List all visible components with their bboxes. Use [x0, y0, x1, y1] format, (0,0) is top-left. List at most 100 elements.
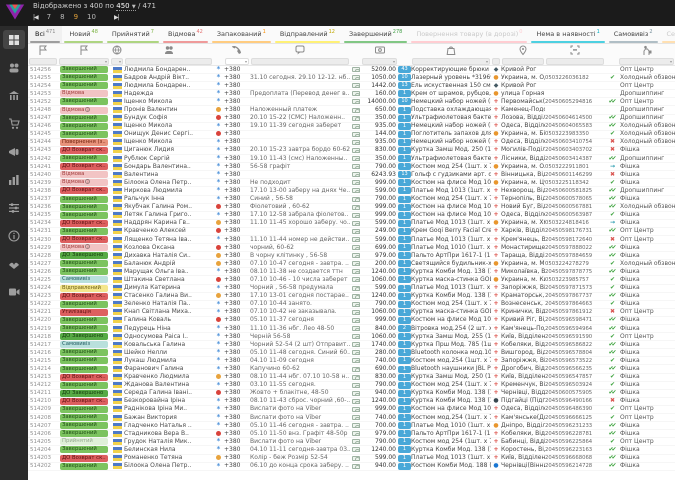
ttn-number[interactable]: 0503224818416 — [545, 219, 605, 227]
ttn-number[interactable]: 0503225118342 — [545, 179, 605, 187]
tab-2[interactable]: Прийнятий7 — [105, 26, 161, 43]
sidebar-item-finance[interactable] — [3, 86, 25, 105]
client-phone[interactable]: +380 — [224, 252, 250, 260]
page-number-10[interactable]: 10 — [87, 13, 96, 21]
tab-6[interactable]: Завершений278 — [342, 26, 409, 43]
sidebar-item-partners[interactable] — [3, 254, 25, 273]
column-header-scan[interactable] — [545, 45, 605, 56]
column-filter-input[interactable]: ▾ — [111, 58, 123, 65]
ttn-number[interactable]: 20450596594964 — [545, 325, 605, 333]
client-phone[interactable]: +380 — [224, 138, 250, 146]
column-filter-input[interactable]: ▾ — [362, 58, 397, 65]
column-filter-input[interactable]: ▾ — [59, 58, 109, 65]
client-phone[interactable]: +380 — [224, 187, 250, 195]
client-phone[interactable]: +380 — [224, 325, 250, 333]
client-phone[interactable]: +380 — [224, 333, 250, 341]
sidebar-item-marketing[interactable] — [3, 142, 25, 161]
page-number-8[interactable]: 8 — [60, 13, 64, 21]
status-cell[interactable]: Завершений — [58, 366, 110, 373]
client-phone[interactable]: +380 — [224, 82, 250, 90]
ttn-number[interactable]: 0503223985757 — [545, 276, 605, 284]
status-cell[interactable]: Відмоваi — [58, 179, 110, 186]
status-cell[interactable]: ДО Возврат ск.. — [58, 147, 110, 154]
ttn-number[interactable]: 20450603410754 — [545, 138, 605, 146]
column-header-flag[interactable] — [28, 45, 58, 56]
client-phone[interactable]: +380 — [224, 365, 250, 373]
client-phone[interactable]: +380 — [224, 349, 250, 357]
tab-10[interactable]: Сервіси0 — [660, 26, 675, 43]
ttn-number[interactable]: 20450596503924 — [545, 381, 605, 389]
ttn-number[interactable]: 20450598172640 — [545, 236, 605, 244]
client-phone[interactable]: +380 — [224, 268, 250, 276]
ttn-number[interactable]: 20450596573522 — [545, 357, 605, 365]
ttn-number[interactable]: 20450597867737 — [545, 292, 605, 300]
table-row[interactable]: 514202ЗавершенийБілоока Олена Петр..*+38… — [28, 463, 675, 471]
status-cell[interactable]: Завершений — [58, 98, 110, 105]
ttn-number[interactable]: 20450597888022 — [545, 244, 605, 252]
column-filter-input[interactable] — [502, 58, 544, 65]
status-cell[interactable]: Самовивіз — [58, 276, 110, 283]
status-cell[interactable]: ДО Возврат ск.. — [58, 293, 110, 300]
column-filter-input[interactable]: ▾ — [619, 58, 674, 65]
status-cell[interactable]: Відмова — [58, 90, 110, 97]
client-phone[interactable]: +380 — [224, 397, 250, 405]
client-phone[interactable]: +380 — [224, 308, 250, 316]
client-phone[interactable]: +380 — [224, 179, 250, 187]
sidebar-item-clients[interactable] — [3, 58, 25, 77]
status-cell[interactable]: Завершений — [58, 406, 110, 413]
client-phone[interactable]: +380 — [224, 454, 250, 462]
status-cell[interactable]: Завершений — [58, 228, 110, 235]
client-phone[interactable]: +380 — [224, 74, 250, 82]
status-cell[interactable]: Завершений — [58, 301, 110, 308]
status-cell[interactable]: Завершений — [58, 131, 110, 138]
status-cell[interactable]: ДО Завершено — [58, 390, 110, 397]
status-cell[interactable]: ДО Возврат ск.. — [58, 236, 110, 243]
status-cell[interactable]: Завершений — [58, 82, 110, 89]
ttn-number[interactable]: 20450603414387 — [545, 155, 605, 163]
sidebar-item-orders-grid[interactable] — [3, 30, 25, 49]
ttn-number[interactable]: 20450596228781 — [545, 430, 605, 438]
page-number-7[interactable]: 7 — [47, 13, 51, 21]
ttn-number[interactable]: 20450604614500 — [545, 114, 605, 122]
status-cell[interactable]: Завершений — [58, 349, 110, 356]
client-phone[interactable]: +380 — [224, 146, 250, 154]
client-phone[interactable]: +380 — [224, 405, 250, 413]
client-phone[interactable]: +380 — [224, 462, 250, 470]
status-cell[interactable]: Завершений — [58, 74, 110, 81]
status-cell[interactable]: Завершений — [58, 414, 110, 421]
ttn-number[interactable]: 20450597871573 — [545, 284, 605, 292]
tab-5[interactable]: Відправлений12 — [273, 26, 342, 43]
page-number-9[interactable]: 9 — [74, 13, 78, 21]
ttn-number[interactable]: 0503224278279 — [545, 260, 605, 268]
client-phone[interactable]: +380 — [224, 438, 250, 446]
status-cell[interactable]: Завершений — [58, 196, 110, 203]
status-cell[interactable]: ДО Завершено — [58, 333, 110, 340]
ttn-number[interactable]: 0503222911801 — [545, 163, 605, 171]
status-cell[interactable]: ДО Возврат ск.. — [58, 374, 110, 381]
ttn-number[interactable]: 20450596214728 — [545, 462, 605, 470]
status-cell[interactable]: Завершений — [58, 212, 110, 219]
column-filter-input[interactable] — [546, 58, 604, 65]
tab-1[interactable]: Новий48 — [62, 26, 105, 43]
ttn-number[interactable]: 20450596668068 — [545, 454, 605, 462]
ttn-number[interactable]: 20450596586822 — [545, 341, 605, 349]
sidebar-item-stats[interactable] — [3, 170, 25, 189]
ttn-number[interactable]: 20450596591590 — [545, 333, 605, 341]
status-cell[interactable]: Завершений — [58, 317, 110, 324]
column-filter-input[interactable] — [125, 58, 212, 65]
ttn-number[interactable]: 20450597864663 — [545, 300, 605, 308]
status-cell[interactable]: Повернення (з.. — [58, 139, 110, 146]
ttn-number[interactable]: 20450603403702 — [545, 146, 605, 154]
client-phone[interactable]: +380 — [224, 341, 250, 349]
column-filter-input[interactable] — [492, 58, 500, 65]
ttn-number[interactable]: 0503223983350 — [545, 130, 605, 138]
ttn-number[interactable]: 20450604065583 — [545, 122, 605, 130]
status-cell[interactable]: Завершений — [58, 463, 110, 470]
column-header-money[interactable] — [361, 45, 398, 56]
ttn-number[interactable]: 20450597884659 — [545, 252, 605, 260]
client-phone[interactable]: +380 — [224, 284, 250, 292]
client-phone[interactable]: +380 — [224, 219, 250, 227]
status-cell[interactable]: Завершений — [58, 123, 110, 130]
ttn-number[interactable]: 20450597861912 — [545, 308, 605, 316]
column-header-bag[interactable] — [411, 45, 491, 56]
